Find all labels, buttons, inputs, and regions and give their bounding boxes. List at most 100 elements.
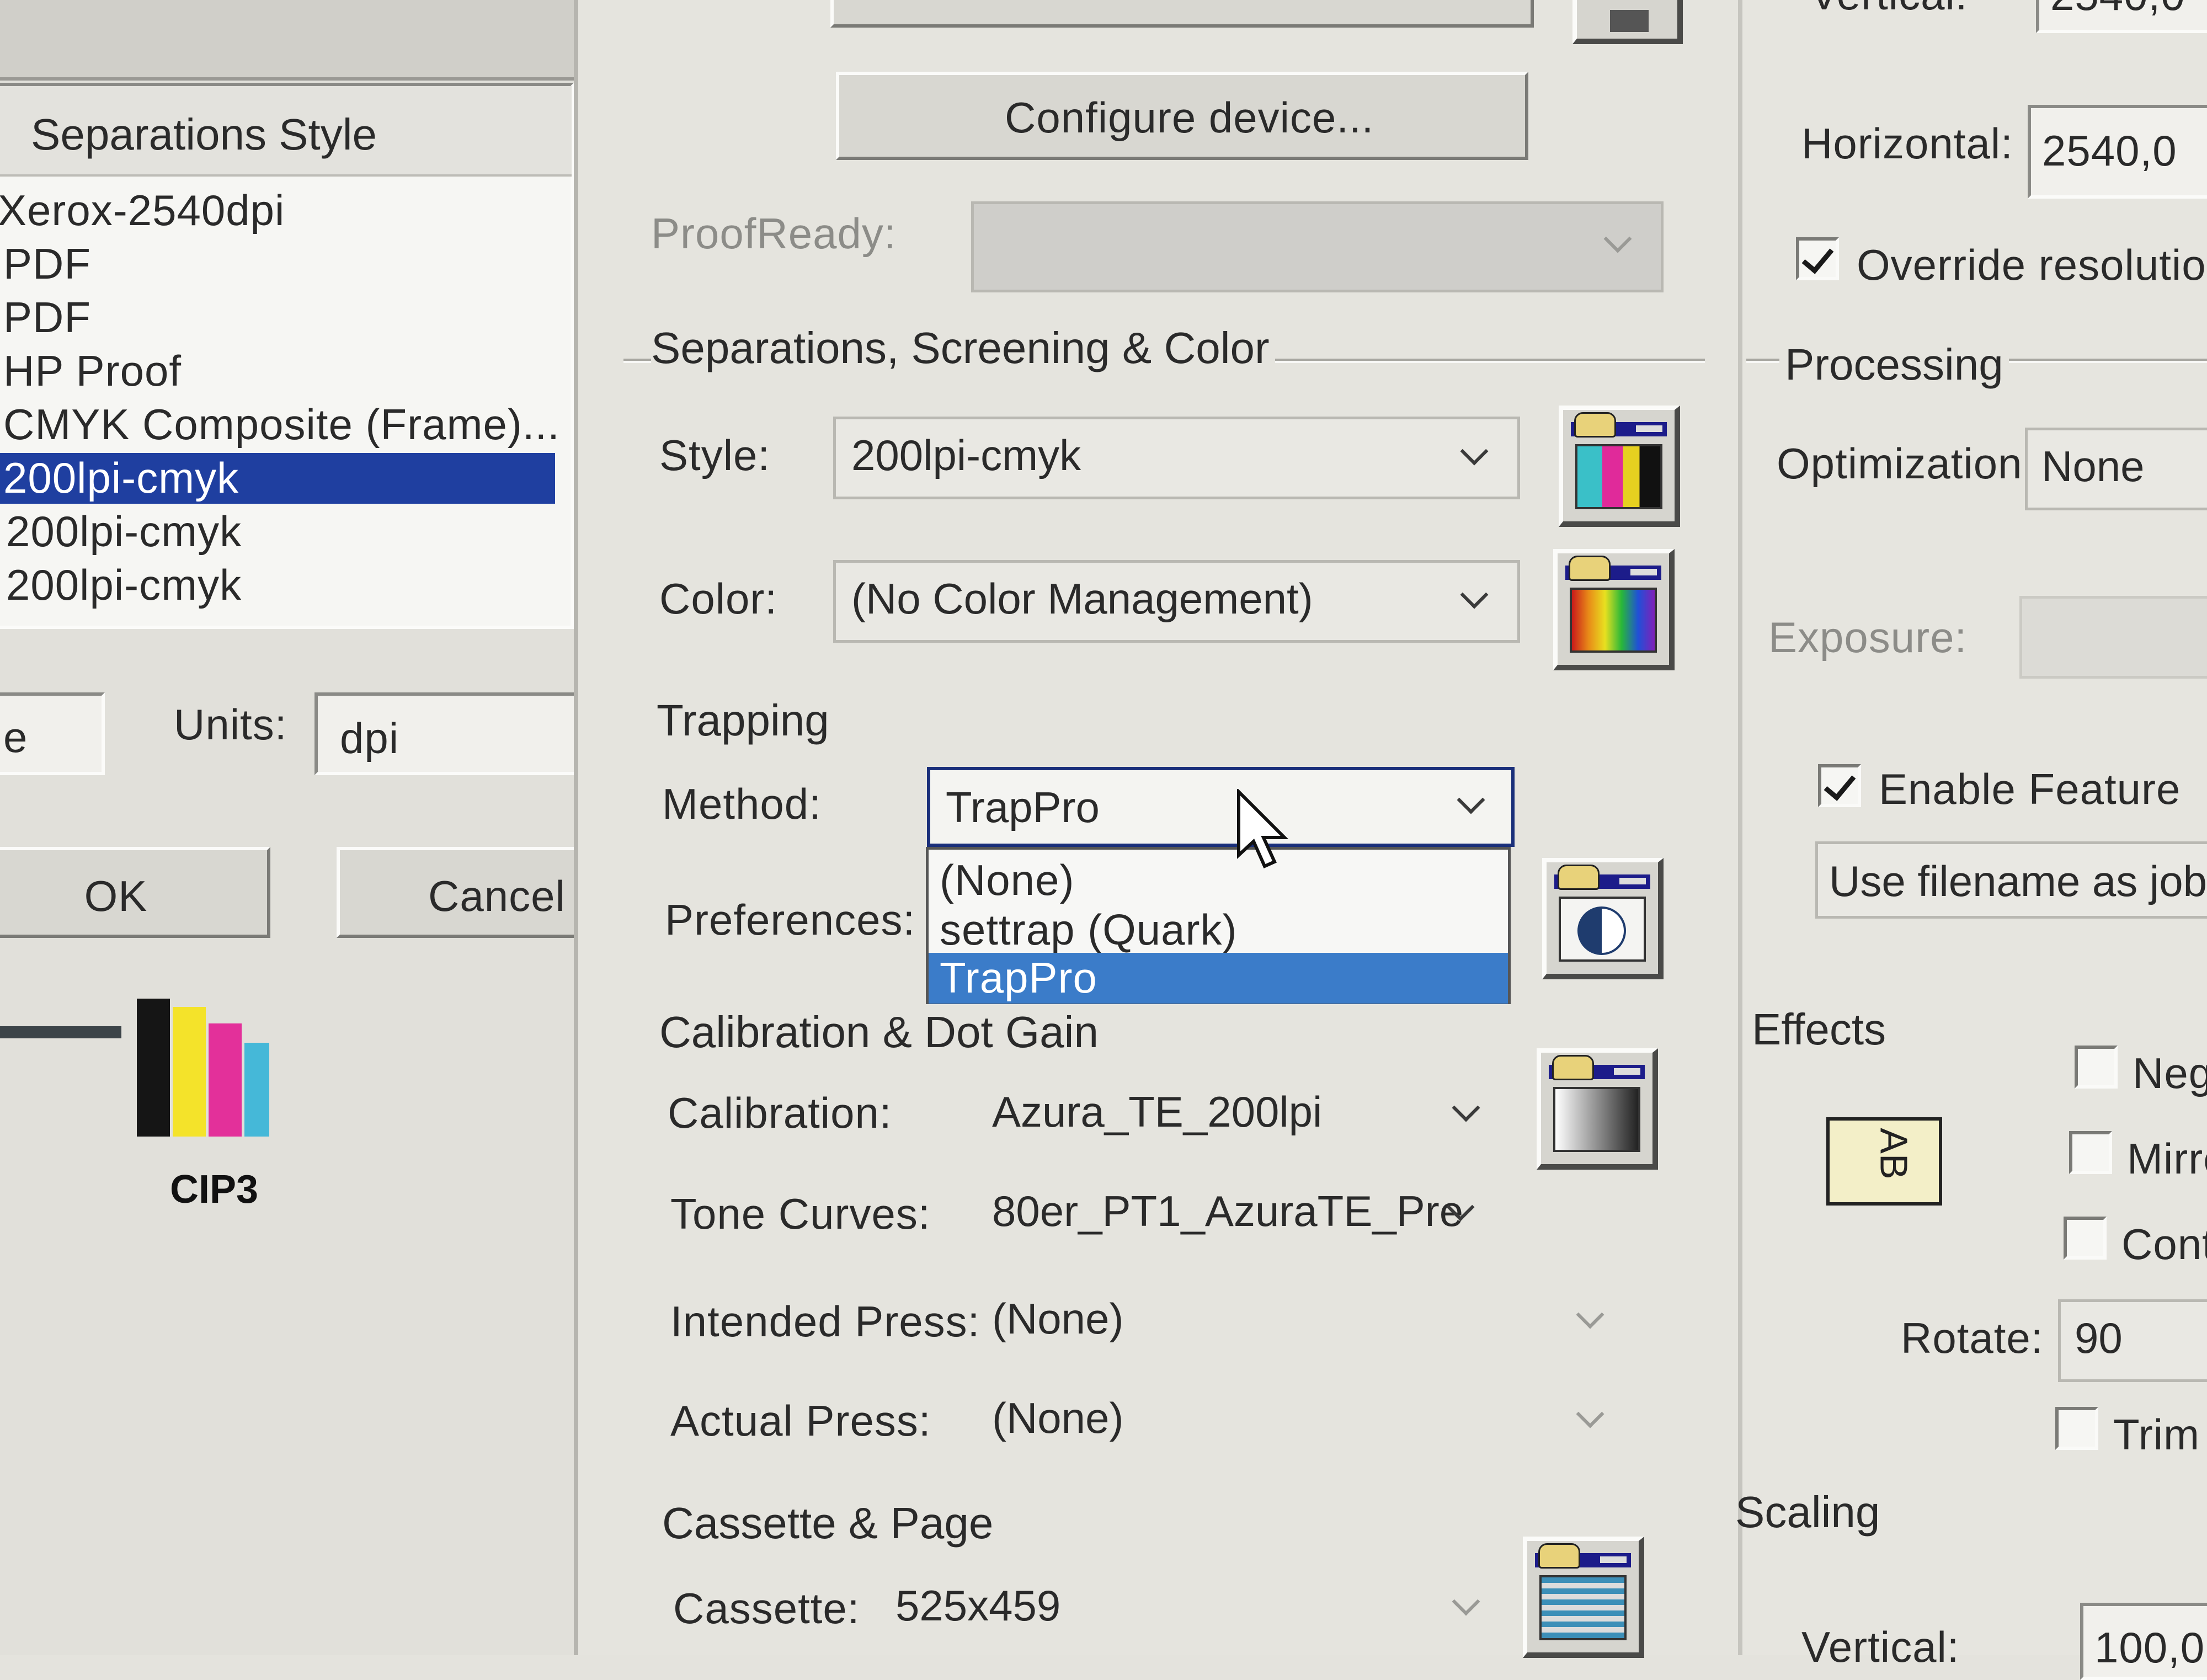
units-value: dpi: [340, 714, 399, 762]
cassette-edit-button[interactable]: [1523, 1537, 1644, 1658]
optimization-dropdown[interactable]: None: [2025, 428, 2207, 510]
optimization-value: None: [2041, 442, 2145, 490]
separator-line: [0, 1026, 121, 1038]
actual-press-dropdown[interactable]: (None): [974, 1379, 1630, 1462]
actual-press-value: (None): [992, 1394, 1124, 1442]
vertical-scaling-label: Vertical:: [1801, 1623, 1960, 1671]
trap-icon: [1559, 897, 1646, 962]
list-item-selected[interactable]: 200lpi-cmyk: [0, 453, 555, 504]
partial-value-field[interactable]: e: [0, 692, 105, 775]
hand-icon: [1538, 1543, 1580, 1569]
rotate-dropdown[interactable]: 90: [2058, 1299, 2207, 1382]
intended-press-dropdown[interactable]: (None): [974, 1280, 1630, 1363]
style-edit-button[interactable]: [1559, 406, 1680, 527]
calibration-label: Calibration:: [668, 1089, 892, 1137]
method-dropdown[interactable]: TrapPro: [927, 767, 1515, 847]
enable-feature-label: Enable Feature: [1879, 765, 2181, 813]
list-column-header[interactable]: Separations Style: [0, 86, 572, 177]
dropdown-option[interactable]: settrap (Quark): [940, 905, 1237, 955]
configure-device-button[interactable]: Configure device...: [836, 72, 1528, 160]
method-label: Method:: [662, 780, 822, 828]
override-resolution-label: Override resolution: [1857, 241, 2207, 289]
override-resolution-checkbox[interactable]: [1796, 237, 1839, 280]
hand-icon: [1552, 1055, 1594, 1080]
exposure-field[interactable]: [2019, 596, 2207, 679]
chevron-down-icon: [1460, 437, 1489, 466]
mirror-checkbox[interactable]: [2069, 1131, 2112, 1174]
tone-curves-value: 80er_PT1_AzuraTE_Pre: [992, 1187, 1464, 1235]
top-icon-button[interactable]: [1572, 0, 1683, 44]
chevron-down-icon: [1576, 1400, 1604, 1428]
top-partial-button[interactable]: [830, 0, 1534, 28]
partial-field-text: e: [3, 713, 28, 761]
negative-label: Neg: [2133, 1049, 2207, 1097]
chevron-down-icon: [1460, 580, 1489, 609]
list-item[interactable]: 200lpi-cmyk: [6, 506, 242, 557]
processing-group-title: Processing: [1779, 339, 2009, 390]
color-dropdown[interactable]: (No Color Management): [833, 560, 1520, 643]
vertical-scaling-value: 100,0: [2094, 1623, 2205, 1672]
list-item[interactable]: HP Proof: [3, 346, 182, 396]
cassette-dropdown[interactable]: 525x459: [877, 1567, 1501, 1650]
jobname-dropdown[interactable]: Use filename as jobna: [1815, 841, 2207, 919]
tone-curves-label: Tone Curves:: [670, 1190, 931, 1238]
units-field[interactable]: dpi: [314, 692, 579, 775]
negative-checkbox[interactable]: [2075, 1046, 2118, 1089]
list-item[interactable]: PDF: [3, 239, 91, 289]
trim-label: Trim p: [2113, 1410, 2207, 1459]
list-item[interactable]: CMYK Composite (Frame)...: [3, 399, 560, 450]
cassette-group-title: Cassette & Page: [662, 1498, 994, 1548]
separations-group-title: Separations, Screening & Color: [651, 323, 1275, 374]
mirror-label: Mirro: [2127, 1134, 2207, 1183]
style-label: Style:: [659, 431, 771, 479]
cancel-button[interactable]: Cancel: [337, 847, 585, 938]
separations-icon: [1575, 444, 1662, 509]
separations-style-list[interactable]: Separations Style Xerox-2540dpi PDF PDF …: [0, 83, 574, 629]
list-header-label: Separations Style: [31, 110, 377, 159]
proofready-dropdown[interactable]: [971, 201, 1664, 292]
hand-icon: [1558, 865, 1600, 890]
dropdown-option-selected[interactable]: TrapPro: [929, 953, 1508, 1004]
intended-press-value: (None): [992, 1294, 1124, 1343]
calibration-gradient-icon: [1553, 1087, 1640, 1152]
calibration-dropdown[interactable]: Azura_TE_200lpi: [974, 1073, 1501, 1156]
horizontal-field[interactable]: 2540,0: [2028, 105, 2207, 199]
trim-checkbox[interactable]: [2055, 1407, 2098, 1450]
cassette-value: 525x459: [895, 1581, 1061, 1630]
rotate-label: Rotate:: [1901, 1314, 2044, 1362]
cip3-label: CIP3: [170, 1167, 259, 1212]
effects-group-title: Effects: [1752, 1005, 1886, 1054]
style-dropdown[interactable]: 200lpi-cmyk: [833, 417, 1520, 499]
tone-curves-dropdown[interactable]: 80er_PT1_AzuraTE_Pre: [974, 1172, 1490, 1255]
ok-button[interactable]: OK: [0, 847, 270, 938]
vertical-scaling-field[interactable]: 100,0: [2080, 1603, 2207, 1680]
cancel-label: Cancel: [428, 872, 566, 920]
color-edit-button[interactable]: [1553, 549, 1675, 670]
rotate-value: 90: [2075, 1314, 2123, 1362]
dropdown-option[interactable]: (None): [940, 855, 1074, 905]
style-value: 200lpi-cmyk: [851, 431, 1081, 479]
method-dropdown-list[interactable]: (None) settrap (Quark) TrapPro: [926, 847, 1511, 1004]
paper-stack-icon: [1539, 1575, 1627, 1640]
effects-preview-icon: AB: [1826, 1117, 1942, 1206]
trapping-group-title: Trapping: [657, 696, 829, 745]
list-item[interactable]: Xerox-2540dpi: [0, 185, 285, 236]
left-dialog-titlebar: [0, 0, 574, 81]
enable-feature-checkbox[interactable]: [1818, 764, 1861, 807]
contone-checkbox[interactable]: [2064, 1217, 2107, 1260]
configure-device-label: Configure device...: [1005, 93, 1374, 142]
method-value: TrapPro: [946, 783, 1100, 831]
cip3-logo: [137, 999, 291, 1142]
top-partial-value: 2540,0: [2050, 0, 2185, 20]
proofready-label: ProofReady:: [651, 209, 897, 258]
exposure-label: Exposure:: [1768, 613, 1968, 662]
list-item[interactable]: PDF: [3, 292, 91, 343]
cassette-label: Cassette:: [673, 1584, 860, 1633]
list-item[interactable]: 200lpi-cmyk: [6, 560, 242, 610]
top-partial-field[interactable]: 2540,0: [2036, 0, 2207, 33]
chevron-down-icon: [1603, 225, 1632, 253]
preferences-edit-button[interactable]: [1542, 858, 1664, 979]
chevron-down-icon: [1576, 1300, 1604, 1329]
calibration-edit-button[interactable]: [1537, 1048, 1658, 1170]
optimization-label: Optimization:: [1777, 439, 2035, 488]
